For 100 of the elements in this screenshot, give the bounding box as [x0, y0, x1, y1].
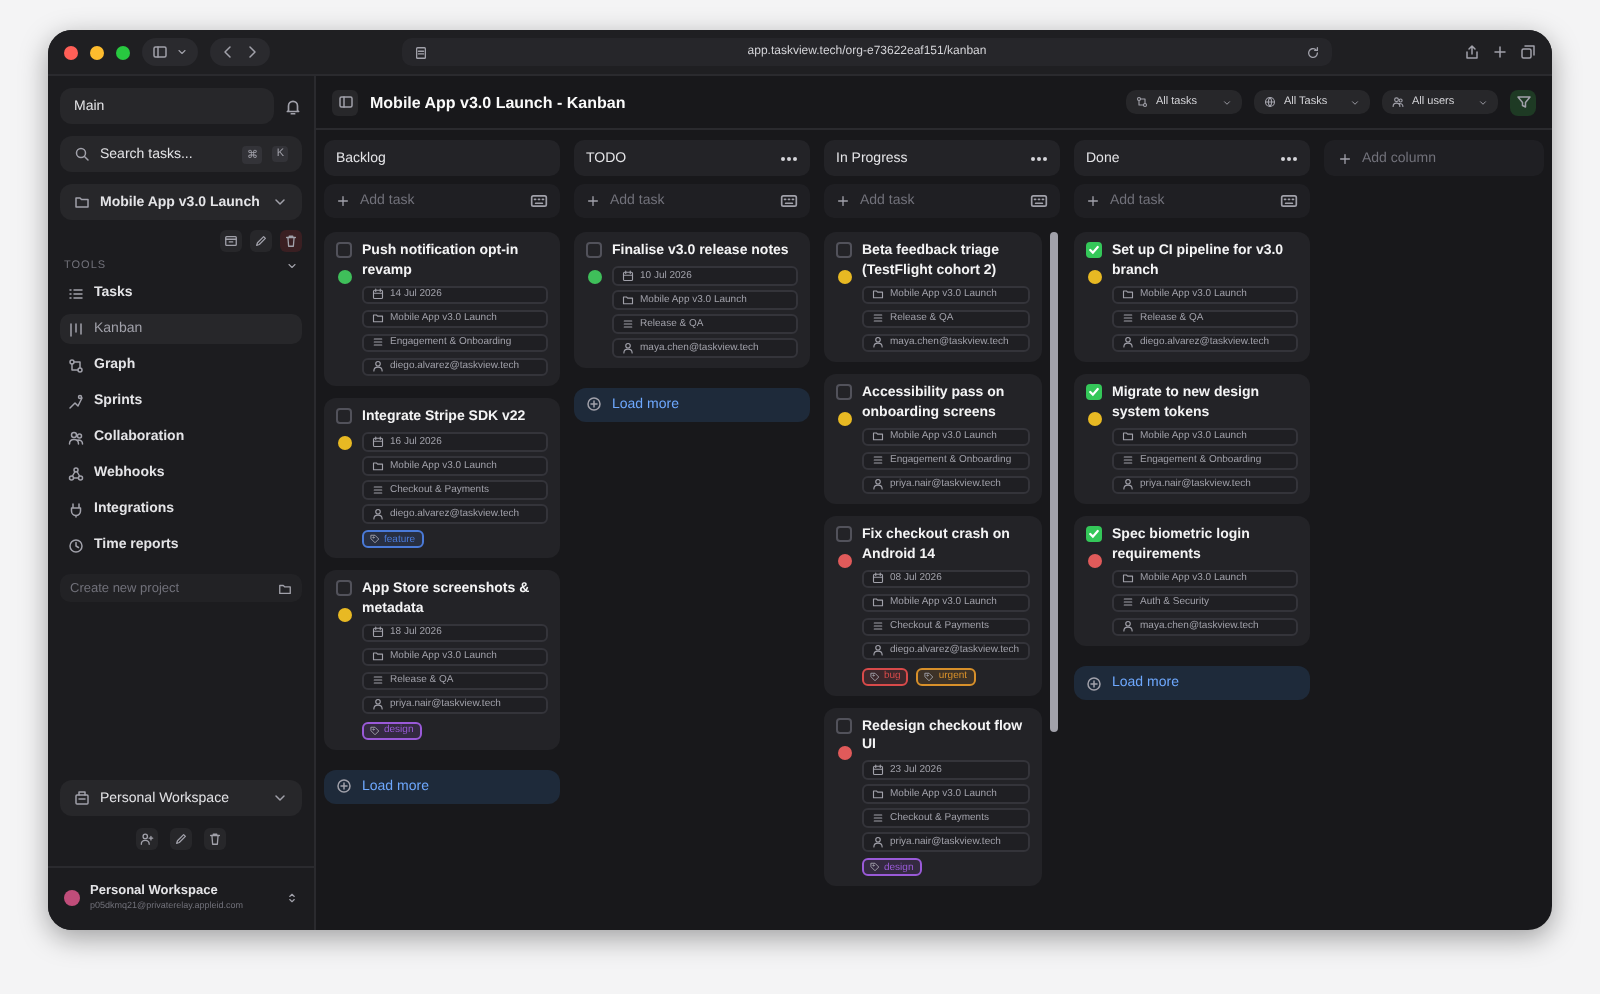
graph-icon: [1136, 96, 1148, 108]
tabs-icon: [1520, 44, 1536, 60]
checkbox[interactable]: [1086, 526, 1102, 542]
plus-icon: [1338, 151, 1352, 165]
list-icon: [1122, 312, 1134, 325]
calendar-icon: [372, 626, 384, 639]
reload-icon: [1306, 45, 1320, 59]
plus-circle-icon: [1086, 675, 1102, 691]
pencil-icon: [254, 234, 268, 248]
sidebar-icon: [152, 44, 168, 60]
user-icon: [372, 360, 384, 373]
chevron-down-icon: [176, 46, 188, 58]
folder-icon: [872, 288, 884, 301]
filter-button[interactable]: [1510, 89, 1536, 115]
webhook-icon: [68, 465, 84, 481]
folder-icon: [872, 430, 884, 443]
more-icon[interactable]: [1030, 155, 1048, 161]
folder-icon: [872, 787, 884, 800]
building-icon: [74, 790, 90, 806]
add-user-button[interactable]: [136, 828, 158, 850]
chevron-down-icon: [272, 194, 288, 210]
bell-icon: [284, 97, 302, 115]
forward-icon: [244, 44, 260, 60]
folder-icon: [372, 650, 384, 663]
plus-icon: [586, 194, 600, 208]
folder-icon: [1122, 288, 1134, 301]
checkbox[interactable]: [836, 526, 852, 542]
delete-button[interactable]: [280, 230, 302, 252]
chevron-down-icon: [1350, 97, 1360, 107]
tag-icon: [924, 671, 935, 681]
plug-icon: [68, 501, 84, 517]
list-icon: [372, 336, 384, 349]
user-icon: [372, 698, 384, 711]
user-icon: [872, 478, 884, 491]
edit-button[interactable]: [170, 828, 192, 850]
chevron-down-icon: [1478, 97, 1488, 107]
more-icon[interactable]: [1280, 155, 1298, 161]
plus-icon: [336, 194, 350, 208]
folder-icon: [74, 194, 90, 210]
minimize-button[interactable]: [90, 45, 104, 59]
folder-icon: [1122, 572, 1134, 585]
checkbox[interactable]: [836, 384, 852, 400]
page-icon: [414, 45, 428, 59]
archive-button[interactable]: [220, 230, 242, 252]
folder-icon: [872, 596, 884, 609]
search-icon: [74, 146, 90, 162]
close-button[interactable]: [64, 45, 78, 59]
sidebar-icon: [337, 94, 353, 110]
checkbox[interactable]: [836, 717, 852, 733]
list-icon: [622, 317, 634, 330]
user-icon: [872, 644, 884, 657]
keyboard-icon: [1280, 192, 1298, 210]
chevron-down-icon: [1222, 97, 1232, 107]
clock-icon: [68, 537, 84, 553]
checkbox[interactable]: [586, 242, 602, 258]
back-icon: [220, 44, 236, 60]
avatar: [64, 889, 80, 905]
edit-button[interactable]: [250, 230, 272, 252]
calendar-icon: [622, 269, 634, 282]
folder-icon: [372, 459, 384, 472]
user-icon: [622, 341, 634, 354]
share-icon: [1464, 44, 1480, 60]
people-icon: [1392, 96, 1404, 108]
archive-icon: [224, 234, 238, 248]
list-icon: [872, 312, 884, 325]
plus-icon: [1492, 44, 1508, 60]
list-icon: [68, 285, 84, 301]
checkbox[interactable]: [1086, 242, 1102, 258]
trash-icon: [208, 832, 222, 846]
checkbox[interactable]: [836, 242, 852, 258]
calendar-icon: [872, 763, 884, 776]
checkbox[interactable]: [336, 580, 352, 596]
tag-icon: [370, 725, 380, 735]
list-icon: [872, 811, 884, 824]
list-icon: [872, 620, 884, 633]
chevron-down-icon: [286, 260, 298, 272]
chevron-down-icon: [272, 790, 288, 806]
zoom-button[interactable]: [116, 45, 130, 59]
more-icon[interactable]: [780, 155, 798, 161]
list-icon: [1122, 596, 1134, 609]
chevron-updown-icon: [286, 891, 298, 903]
tag-icon: [870, 862, 880, 872]
checkbox[interactable]: [336, 242, 352, 258]
user-icon: [1122, 620, 1134, 633]
plus-icon: [1086, 194, 1100, 208]
navigation-buttons[interactable]: [210, 38, 270, 66]
add-folder-icon: [278, 581, 292, 595]
sidebar-toggle-button[interactable]: [142, 38, 198, 66]
scrollbar[interactable]: [1050, 232, 1058, 732]
list-icon: [372, 674, 384, 687]
keyboard-icon: [530, 192, 548, 210]
plus-circle-icon: [586, 396, 602, 412]
people-icon: [68, 429, 84, 445]
list-icon: [372, 483, 384, 496]
calendar-icon: [372, 288, 384, 301]
delete-button[interactable]: [204, 828, 226, 850]
checkbox[interactable]: [336, 408, 352, 424]
checkbox[interactable]: [1086, 384, 1102, 400]
folder-icon: [372, 312, 384, 325]
sidebar-toggle-button[interactable]: [332, 89, 358, 115]
